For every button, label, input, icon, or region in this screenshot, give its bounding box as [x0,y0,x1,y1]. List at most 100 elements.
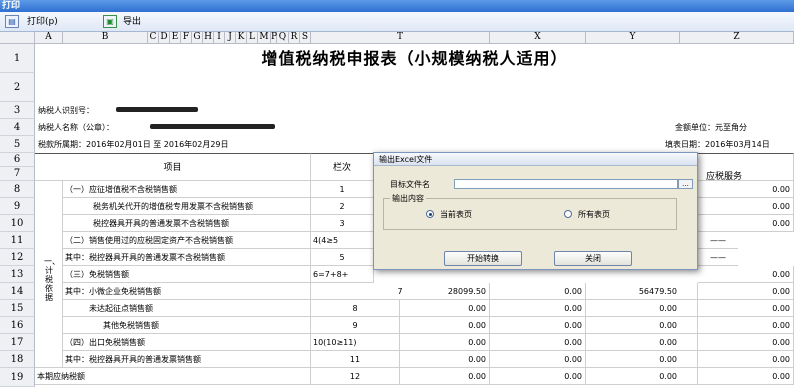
row-lineno: 3 [311,215,374,232]
col-header-x[interactable]: X [490,32,586,44]
row-value-t[interactable]: 0.00 [400,351,490,368]
row-value-z[interactable]: 0.00 [698,181,794,198]
row-header[interactable]: 2 [0,73,35,102]
radio-current-page[interactable] [426,210,434,218]
row-header[interactable]: 5 [0,136,35,153]
row-value-t[interactable]: 0.00 [400,300,490,317]
row-value-x[interactable]: 0.00 [490,368,586,385]
row-value-x[interactable]: 0.00 [490,317,586,334]
col-header-s[interactable]: S [300,32,311,44]
row-header[interactable]: 1 [0,44,35,73]
row-header[interactable]: 10 [0,215,35,232]
export-button[interactable]: ▣ 导出 [103,15,153,29]
row-value-y[interactable]: 0.00 [586,334,698,351]
row-value-z[interactable]: 0.00 [698,368,794,385]
radio-all-pages[interactable] [564,210,572,218]
row-value-z[interactable]: 0.00 [698,300,794,317]
row-lineno: 6=7+8+ [311,266,374,283]
row-value-y[interactable]: 0.00 [586,317,698,334]
row-value-x[interactable]: 0.00 [490,283,586,300]
option-current-label[interactable]: 当前表页 [440,209,472,220]
col-header-b[interactable]: B [63,32,148,44]
col-header-q[interactable]: Q [277,32,289,44]
col-header-a[interactable]: A [35,32,63,44]
row-value-t[interactable]: 0.00 [400,317,490,334]
row-value-z[interactable]: 0.00 [698,198,794,215]
row-value-z[interactable]: 0.00 [698,317,794,334]
col-header-k[interactable]: K [236,32,247,44]
row-header[interactable]: 4 [0,119,35,136]
row-header[interactable]: 7 [0,167,35,181]
row-value-y[interactable]: 0.00 [586,351,698,368]
corner-cell[interactable] [0,32,35,44]
row-header[interactable]: 11 [0,232,35,249]
row-value-t[interactable]: 0.00 [400,368,490,385]
row-item: （一）应征增值税不含税销售额 [63,181,311,198]
redacted-taxpayer-id [116,107,198,112]
row-header[interactable]: 15 [0,300,35,317]
col-header-e[interactable]: E [170,32,181,44]
row-value-x[interactable]: 0.00 [490,334,586,351]
filename-input[interactable] [454,179,678,189]
row-header[interactable]: 12 [0,249,35,266]
row-lineno: 2 [311,198,374,215]
row-header[interactable]: 6 [0,153,35,167]
row-value-y[interactable]: 0.00 [586,368,698,385]
col-header-l[interactable]: L [247,32,258,44]
row-value-z[interactable]: 0.00 [698,351,794,368]
row-item: 其中：税控器具开具的普通发票不含税销售额 [63,249,311,266]
col-header-d[interactable]: D [159,32,170,44]
row-header[interactable]: 13 [0,266,35,283]
row-lineno: 9 [311,317,400,334]
row-value-z[interactable]: 0.00 [698,283,794,300]
col-header-f[interactable]: F [181,32,192,44]
col-header-c[interactable]: C [148,32,159,44]
browse-button[interactable]: ... [678,179,693,189]
row-header[interactable]: 14 [0,283,35,300]
print-button[interactable]: ▤ 打印(p) [5,15,65,29]
row-value-t[interactable]: 0.00 [400,334,490,351]
row-header[interactable]: 3 [0,102,35,119]
row-header[interactable]: 9 [0,198,35,215]
col-header-g[interactable]: G [192,32,203,44]
col-header-t[interactable]: T [311,32,490,44]
row-value-z[interactable]: 0.00 [698,334,794,351]
col-header-r[interactable]: R [289,32,300,44]
row-header[interactable]: 16 [0,317,35,334]
col-header-i[interactable]: I [214,32,225,44]
row-item: 其中：小微企业免税销售额 [63,283,311,300]
close-button[interactable]: 关闭 [554,251,632,266]
row-value-x[interactable]: 0.00 [490,300,586,317]
toolbar: ▤ 打印(p) ▣ 导出 [0,12,794,32]
row-lineno: 5 [311,249,374,266]
col-header-j[interactable]: J [225,32,236,44]
start-convert-button[interactable]: 开始转换 [444,251,522,266]
row-value-x[interactable]: 0.00 [490,351,586,368]
row-header[interactable]: 8 [0,181,35,198]
col-header-h[interactable]: H [203,32,214,44]
col-header-y[interactable]: Y [586,32,680,44]
output-content-label: 输出内容 [390,193,426,204]
row-lineno: 11 [311,351,400,368]
row-value-t[interactable]: 28099.50 [400,283,490,300]
row-lineno: 10(10≥11) [311,334,400,351]
row-header[interactable]: 17 [0,334,35,351]
row-value-y[interactable]: 56479.50 [586,283,698,300]
row-value-z: —— [698,249,738,266]
output-content-group: 输出内容 当前表页 所有表页 [383,193,677,230]
col-header-m[interactable]: M [258,32,271,44]
row-value-z[interactable]: 0.00 [698,266,794,283]
row-header[interactable]: 19 [0,368,35,387]
row-header[interactable]: 18 [0,351,35,368]
taxpayer-id-label: 纳税人识别号： [38,106,94,115]
print-icon: ▤ [5,15,19,28]
window-title: 打印 [0,0,794,12]
row-lineno: 12 [311,368,400,385]
col-header-z[interactable]: Z [680,32,794,44]
row-item: （四）出口免税销售额 [63,334,311,351]
row-value-z[interactable]: 0.00 [698,215,794,232]
row-value-y[interactable]: 0.00 [586,300,698,317]
row-lineno: 1 [311,181,374,198]
row-item: 未达起征点销售额 [63,300,311,317]
option-all-label[interactable]: 所有表页 [578,209,610,220]
